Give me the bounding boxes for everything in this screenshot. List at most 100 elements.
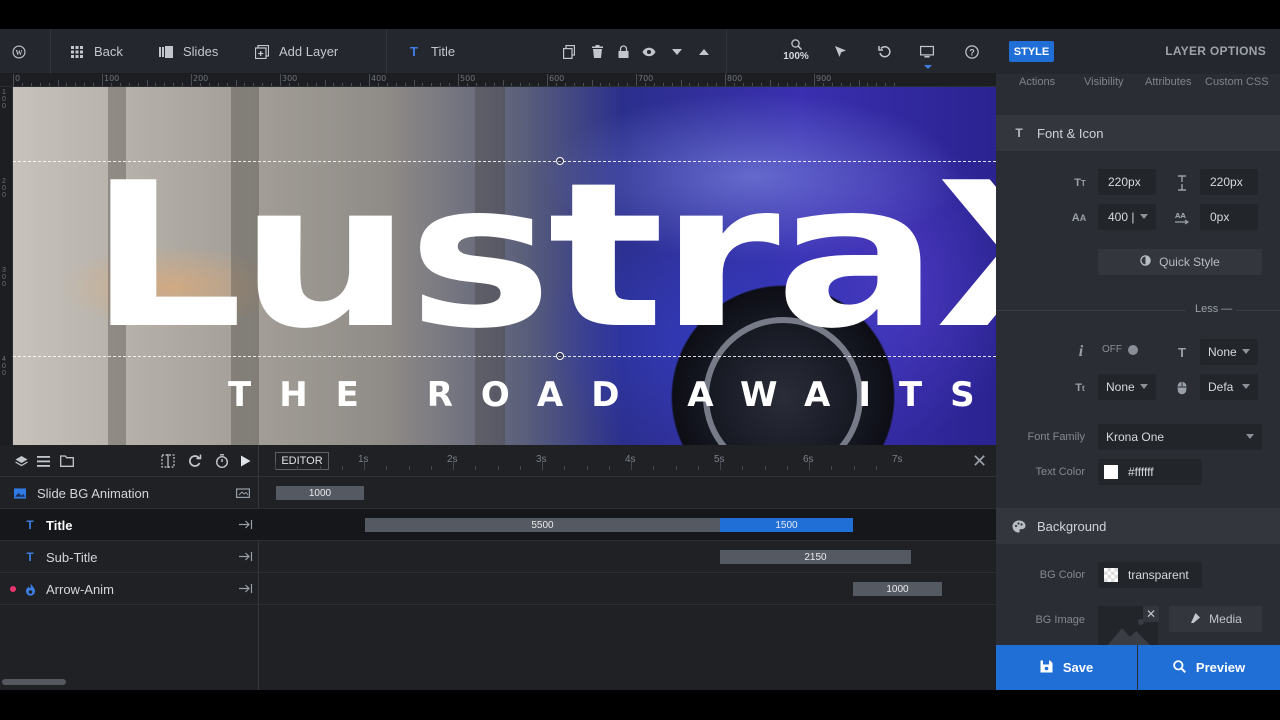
move-layer-up-button[interactable] (697, 29, 711, 74)
bg-color-value: transparent (1128, 568, 1189, 582)
subtab-actions[interactable]: Actions (1019, 76, 1055, 88)
end-arrow-icon[interactable] (239, 583, 253, 595)
visibility-button[interactable] (642, 29, 656, 74)
text-icon: T (1015, 126, 1023, 140)
seconds-tick (364, 462, 365, 470)
zoom-level: 100% (783, 51, 809, 62)
timeline-bar[interactable]: 1000 (853, 582, 942, 596)
select-tool-button[interactable] (833, 29, 847, 74)
slides-button[interactable]: Slides (159, 29, 218, 74)
timeline-bar[interactable]: 2150 (720, 550, 911, 564)
row-name: Title (46, 517, 73, 533)
ruler-tick (573, 83, 575, 86)
title-layer[interactable]: LustraX (88, 157, 996, 357)
lock-layer-button[interactable] (616, 29, 630, 74)
ruler-tick (271, 83, 273, 86)
font-size-input[interactable]: 220px (1098, 169, 1156, 195)
back-button[interactable]: Back (70, 29, 123, 74)
italic-toggle[interactable]: OFF (1102, 344, 1138, 355)
ruler-tick (769, 80, 771, 86)
timeline-bar[interactable]: 1000 (276, 486, 364, 500)
save-label: Save (1062, 660, 1094, 675)
timeline-row[interactable]: Arrow-Anim 1000 (0, 573, 996, 605)
timeline-bar[interactable]: 5500 (365, 518, 720, 532)
close-timeline-icon[interactable]: ✕ (972, 452, 988, 470)
add-layer-button[interactable]: Add Layer (255, 29, 338, 74)
ruler-tick (742, 83, 744, 86)
timeline-row[interactable]: T Sub-Title 2150 (0, 541, 996, 573)
ruler-tick (324, 80, 326, 86)
quick-style-button[interactable]: Quick Style (1098, 249, 1262, 275)
cursor-icon (833, 45, 847, 59)
ruler-label: 200 (193, 74, 209, 83)
ruler-tick (867, 83, 869, 86)
ruler-tick (39, 83, 41, 86)
cursor-select[interactable]: Defa (1200, 374, 1258, 400)
text-color-picker[interactable]: #ffffff (1098, 459, 1202, 485)
undo-button[interactable] (877, 29, 891, 74)
remove-image-icon[interactable]: ✕ (1143, 606, 1159, 622)
slide-canvas[interactable]: LustraX THE ROAD AWAITS (13, 87, 996, 445)
text-transform-value: None (1208, 345, 1237, 359)
subtab-custom-css[interactable]: Custom CSS (1205, 76, 1269, 88)
ruler-label: 100 (104, 74, 120, 83)
letter-spacing-icon: AA (1173, 210, 1191, 226)
timeline-row-selected[interactable]: T Title 5500 1500 (0, 509, 996, 541)
subtab-attributes[interactable]: Attributes (1145, 76, 1191, 88)
bg-color-picker[interactable]: transparent (1098, 562, 1202, 588)
timeline-bar-out[interactable]: 1500 (720, 518, 853, 532)
subtitle-layer[interactable]: THE ROAD AWAITS (228, 375, 996, 415)
preview-button[interactable]: Preview (1138, 645, 1280, 690)
ruler-tick (306, 83, 308, 86)
duplicate-layer-button[interactable] (562, 29, 576, 74)
save-button[interactable]: Save (996, 645, 1137, 690)
zoom-icon (780, 39, 812, 50)
ruler-tick (84, 83, 86, 86)
horizontal-scrollbar[interactable] (2, 679, 66, 685)
text-transform-select[interactable]: None (1200, 339, 1258, 365)
font-weight-value: 400 | (1108, 210, 1135, 224)
folder-image-icon[interactable] (236, 487, 251, 499)
ruler-tick (680, 80, 682, 86)
background-section-header[interactable]: Background (996, 508, 1280, 544)
eye-icon (642, 45, 656, 59)
ruler-tick (511, 83, 513, 86)
layer-options-title[interactable]: LAYER OPTIONS (1165, 44, 1266, 58)
ruler-tick (235, 80, 237, 86)
layer-selector[interactable]: T Title (407, 29, 455, 74)
ruler-label: 700 (638, 74, 654, 83)
wordpress-logo-button[interactable]: W (12, 29, 34, 74)
end-arrow-icon[interactable] (239, 551, 253, 563)
ruler-tick (342, 83, 344, 86)
ruler-tick (297, 83, 299, 86)
ruler-tick (814, 74, 815, 86)
text-decoration-select[interactable]: None (1098, 374, 1156, 400)
line-height-input[interactable]: 220px (1200, 169, 1258, 195)
font-weight-select[interactable]: 400 | (1098, 204, 1156, 230)
seconds-tick (319, 466, 321, 470)
divider (1236, 310, 1280, 311)
move-layer-down-button[interactable] (670, 29, 684, 74)
font-family-select[interactable]: Krona One (1098, 424, 1262, 450)
svg-text:?: ? (969, 47, 974, 57)
media-button[interactable]: Media (1169, 606, 1262, 632)
less-toggle[interactable]: Less — (1195, 303, 1232, 315)
seconds-tick (497, 466, 499, 470)
letter-spacing-input[interactable]: 0px (1200, 204, 1258, 230)
timeline-row[interactable]: Slide BG Animation 1000 (0, 477, 996, 509)
seconds-tick (453, 462, 454, 470)
line-height-icon (1173, 175, 1191, 191)
help-button[interactable]: ? (965, 29, 979, 74)
style-tab-button[interactable]: STYLE (1009, 41, 1054, 62)
font-icon-section-header[interactable]: T Font & Icon (996, 115, 1280, 151)
editor-tab[interactable]: EDITOR (275, 452, 329, 470)
fire-icon (24, 583, 36, 596)
palette-icon (1012, 519, 1026, 533)
font-family-label: Font Family (1027, 431, 1085, 443)
subtab-visibility[interactable]: Visibility (1084, 76, 1124, 88)
end-arrow-icon[interactable] (239, 519, 253, 531)
ruler-tick (849, 83, 851, 86)
delete-layer-button[interactable] (590, 29, 604, 74)
ruler-label: 400 (2, 356, 6, 377)
zoom-control[interactable]: 100% (780, 39, 812, 62)
